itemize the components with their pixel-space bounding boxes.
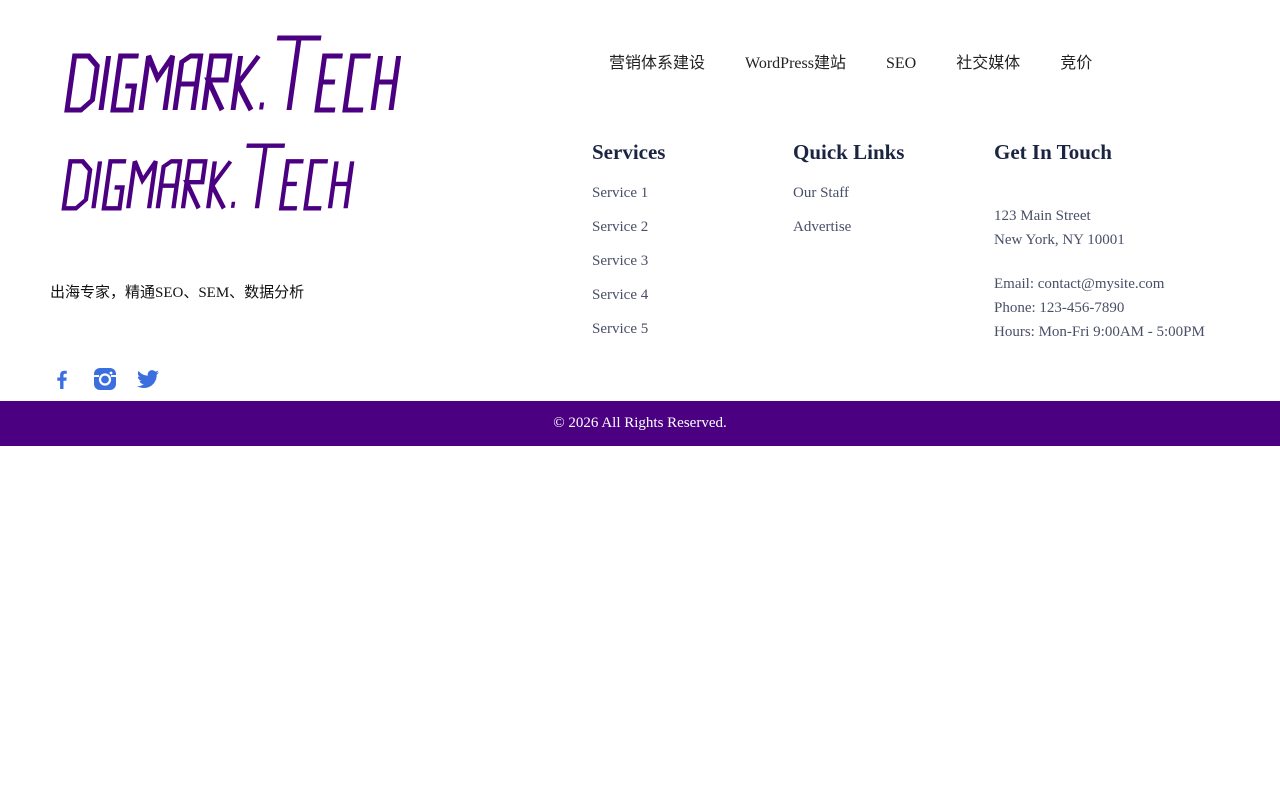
site-header: 营销体系建设 WordPress建站 SEO 社交媒体 竞价	[0, 0, 1280, 130]
list-item: Service 3	[592, 252, 772, 286]
list-item: Advertise	[793, 218, 973, 252]
twitter-link[interactable]	[136, 367, 160, 391]
services-list: Service 1 Service 2 Service 3 Service 4 …	[592, 184, 772, 354]
service-4-link[interactable]: Service 4	[592, 287, 648, 303]
service-2-link[interactable]: Service 2	[592, 219, 648, 235]
contact-details: Email: contact@mysite.com Phone: 123-456…	[994, 272, 1254, 344]
nav-item-seo[interactable]: SEO	[866, 52, 936, 76]
contact-heading: Get In Touch	[994, 140, 1112, 164]
instagram-icon	[94, 368, 116, 390]
list-item: Service 4	[592, 286, 772, 320]
list-item: Service 5	[592, 320, 772, 354]
advertise-link[interactable]: Advertise	[793, 219, 851, 235]
social-links	[50, 367, 179, 391]
nav-item-marketing-system[interactable]: 营销体系建设	[589, 52, 725, 76]
contact-address: 123 Main Street New York, NY 10001	[994, 204, 1254, 252]
facebook-link[interactable]	[50, 367, 74, 391]
address-line-2: New York, NY 10001	[994, 232, 1125, 248]
quick-links-heading: Quick Links	[793, 140, 905, 164]
nav-item-wordpress[interactable]: WordPress建站	[725, 52, 866, 76]
contact-hours: Hours: Mon-Fri 9:00AM - 5:00PM	[994, 324, 1205, 340]
list-item: Service 1	[592, 184, 772, 218]
logo-wordmark-image	[64, 35, 402, 113]
footer-logo[interactable]	[56, 140, 356, 214]
address-line-1: 123 Main Street	[994, 208, 1091, 224]
instagram-link[interactable]	[93, 367, 117, 391]
quick-links-column: Quick Links Our Staff Advertise	[793, 138, 973, 252]
list-item: Our Staff	[793, 184, 973, 218]
copyright-text: © 2026 All Rights Reserved.	[553, 415, 727, 431]
footer-logo-wordmark-image	[61, 143, 355, 211]
contact-column: Get In Touch 123 Main Street New York, N…	[994, 138, 1254, 344]
quick-links-list: Our Staff Advertise	[793, 184, 973, 252]
site-tagline: 出海专家，精通SEO、SEM、数据分析	[50, 285, 305, 301]
service-5-link[interactable]: Service 5	[592, 321, 648, 337]
contact-email[interactable]: Email: contact@mysite.com	[994, 272, 1254, 296]
nav-item-bidding[interactable]: 竞价	[1040, 52, 1112, 76]
facebook-icon	[57, 370, 67, 389]
service-1-link[interactable]: Service 1	[592, 185, 648, 201]
services-heading: Services	[592, 140, 666, 164]
main-nav: 营销体系建设 WordPress建站 SEO 社交媒体 竞价	[589, 52, 1112, 76]
site-logo[interactable]	[58, 32, 403, 116]
footer-bar: © 2026 All Rights Reserved.	[0, 401, 1280, 446]
our-staff-link[interactable]: Our Staff	[793, 185, 849, 201]
services-column: Services Service 1 Service 2 Service 3 S…	[592, 138, 772, 354]
service-3-link[interactable]: Service 3	[592, 253, 648, 269]
list-item: Service 2	[592, 218, 772, 252]
contact-phone[interactable]: Phone: 123-456-7890	[994, 296, 1254, 320]
twitter-icon	[137, 370, 159, 389]
nav-item-social-media[interactable]: 社交媒体	[936, 52, 1040, 76]
